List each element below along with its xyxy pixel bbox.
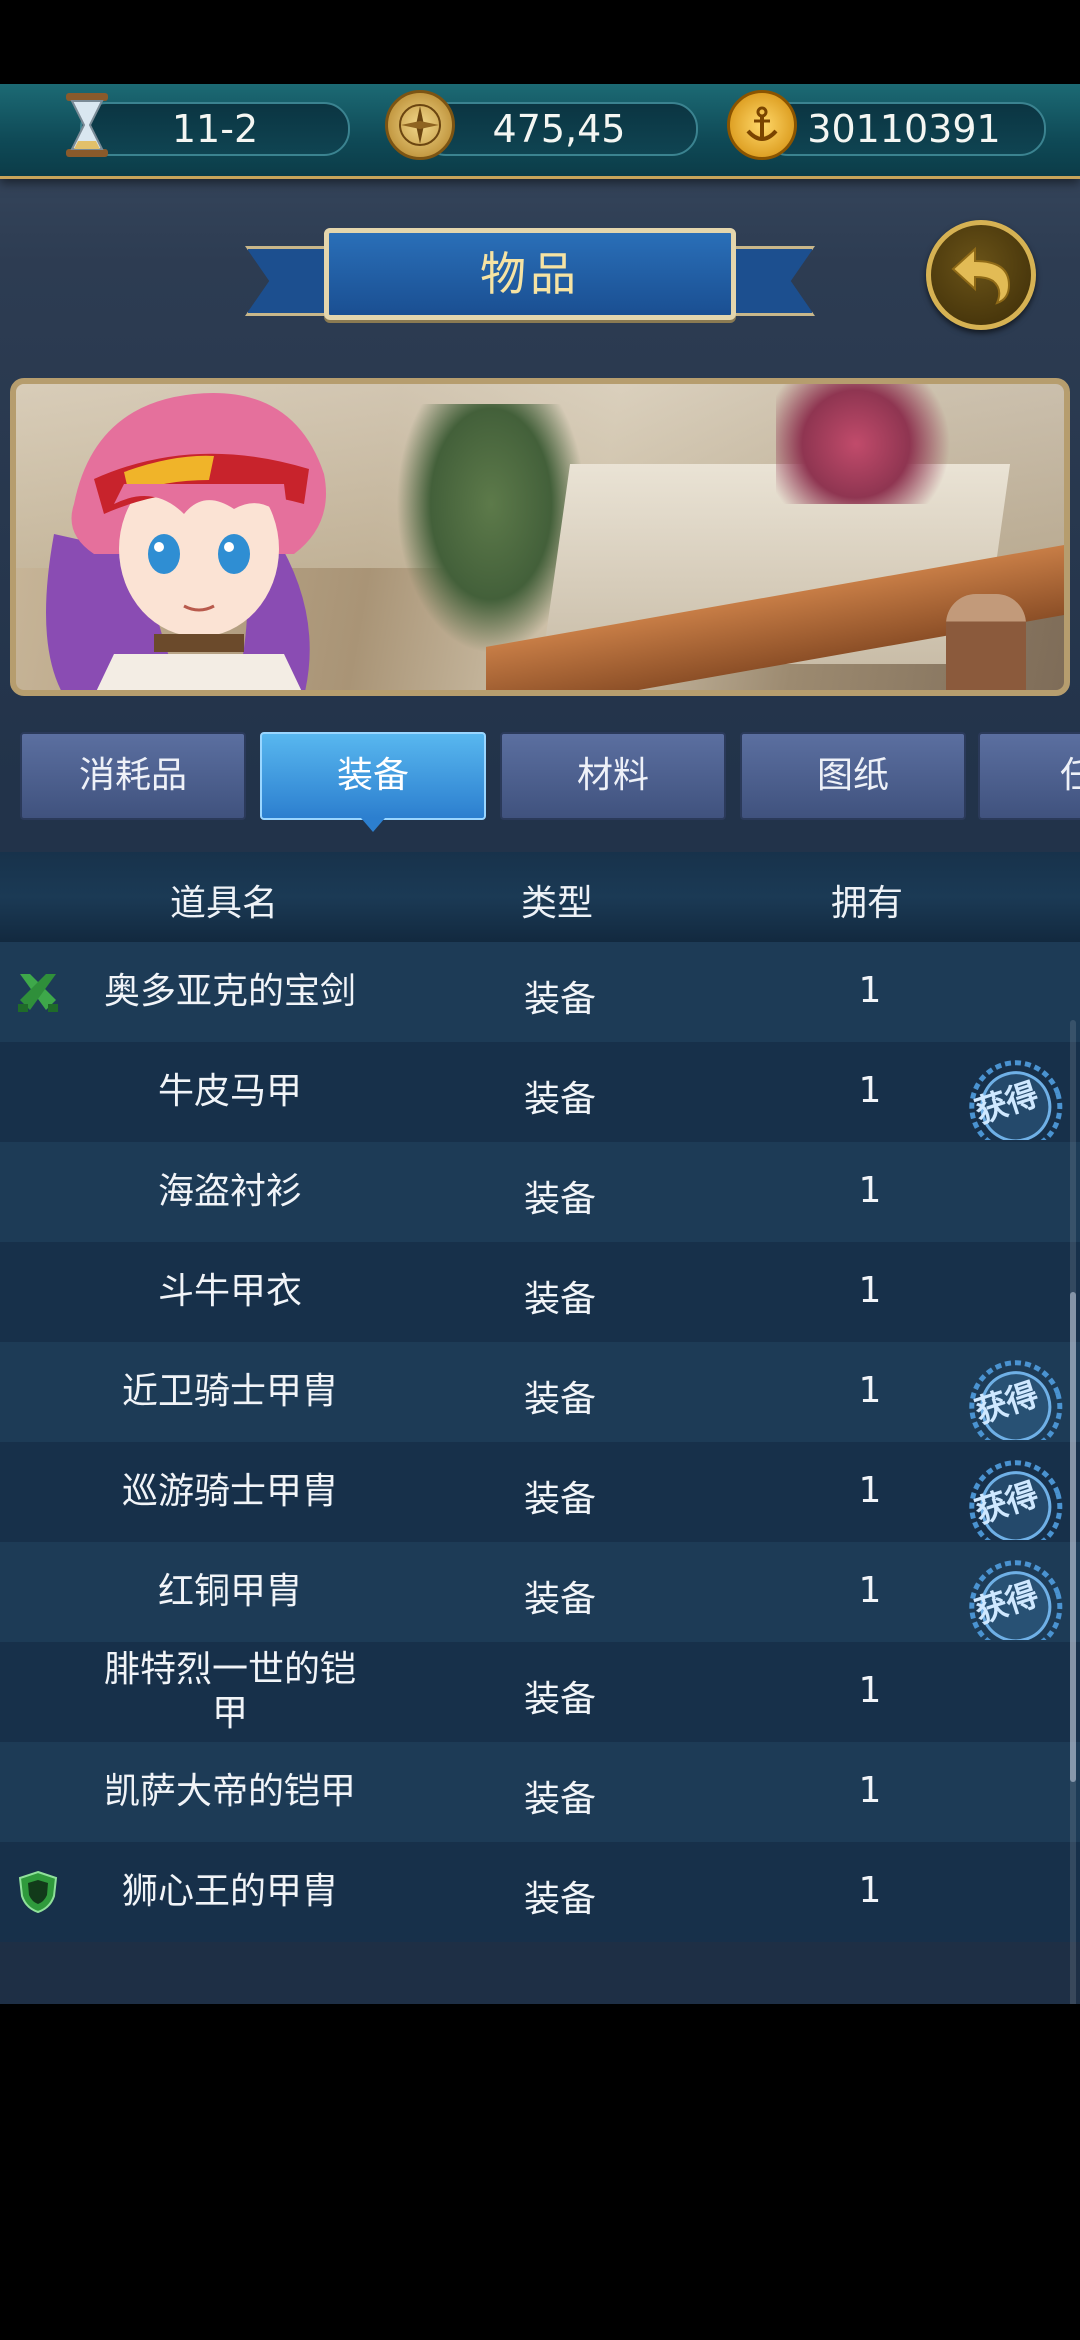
item-type: 装备: [523, 1779, 596, 1820]
item-type: 装备: [523, 1579, 596, 1620]
character-portrait: [46, 393, 326, 690]
item-owned-count: 1: [858, 1570, 882, 1611]
item-name: 凯萨大帝的铠甲: [103, 1771, 356, 1812]
item-name: 狮心王的甲胄: [121, 1871, 338, 1912]
acquired-stamp: 获得: [952, 1356, 1072, 1440]
item-owned-count: 1: [858, 1170, 882, 1211]
gold-value: 30110391: [807, 107, 1001, 151]
item-owned-count: 1: [858, 970, 882, 1011]
item-name: 腓特烈一世的铠甲: [103, 1649, 356, 1734]
shield-icon: [16, 1870, 60, 1914]
title-banner: 物品: [245, 220, 815, 330]
table-row[interactable]: 巡游骑士甲胄 装备 1 获得: [0, 1442, 1080, 1542]
item-type: 装备: [523, 1379, 596, 1420]
table-row[interactable]: 牛皮马甲 装备 1 获得: [0, 1042, 1080, 1142]
item-owned-count: 1: [858, 1370, 882, 1411]
table-header: 道具名 类型 拥有: [0, 852, 1080, 943]
page-title: 物品: [324, 228, 736, 320]
item-name: 巡游骑士甲胄: [121, 1471, 338, 1512]
item-name: 牛皮马甲: [157, 1071, 302, 1112]
tab-blueprints[interactable]: 图纸: [740, 732, 966, 820]
header-type: 类型: [521, 883, 594, 924]
gold-pill: 30110391: [762, 102, 1046, 156]
item-type: 装备: [523, 1079, 596, 1120]
item-name: 奥多亚克的宝剑: [103, 971, 356, 1012]
coordinates-pill: 475,45: [420, 102, 698, 156]
tab-quest-items[interactable]: 任: [978, 732, 1080, 820]
item-name: 海盗衬衫: [157, 1171, 302, 1212]
acquired-stamp: 获得: [952, 1556, 1072, 1640]
table-row[interactable]: 腓特烈一世的铠甲 装备 1: [0, 1642, 1080, 1742]
inventory-screen: 11-2 475,45 30110391 物品 消耗品 装备 材料 图纸 任 道…: [0, 84, 1080, 2004]
item-type: 装备: [523, 1179, 596, 1220]
crossed-swords-icon: [16, 970, 60, 1014]
table-row[interactable]: 海盗衬衫 装备 1: [0, 1142, 1080, 1242]
tab-consumables[interactable]: 消耗品: [20, 732, 246, 820]
hourglass-icon: [52, 90, 122, 160]
tab-equipment[interactable]: 装备: [260, 732, 486, 832]
tab-materials[interactable]: 材料: [500, 732, 726, 820]
acquired-stamp: 获得: [952, 1456, 1072, 1540]
item-name: 近卫骑士甲胄: [121, 1371, 338, 1412]
item-type: 装备: [523, 979, 596, 1020]
table-row[interactable]: 奥多亚克的宝剑 装备 1: [0, 942, 1080, 1042]
item-type: 装备: [523, 1879, 596, 1920]
anchor-coin-icon: [727, 90, 797, 160]
compass-icon: [385, 90, 455, 160]
item-type: 装备: [523, 1279, 596, 1320]
back-button[interactable]: [926, 220, 1036, 330]
table-row[interactable]: 近卫骑士甲胄 装备 1 获得: [0, 1342, 1080, 1442]
item-owned-count: 1: [858, 1870, 882, 1911]
table-row[interactable]: 凯萨大帝的铠甲 装备 1: [0, 1742, 1080, 1842]
item-owned-count: 1: [858, 1770, 882, 1811]
item-name: 红铜甲胄: [157, 1571, 302, 1612]
story-illustration: [10, 378, 1070, 696]
acquired-stamp: 获得: [952, 1056, 1072, 1140]
item-owned-count: 1: [858, 1070, 882, 1111]
header-item-name: 道具名: [170, 883, 279, 924]
resource-bar: 11-2 475,45 30110391: [0, 84, 1080, 179]
table-row[interactable]: 斗牛甲衣 装备 1: [0, 1242, 1080, 1342]
item-table: 道具名 类型 拥有 奥多亚克的宝剑 装备 1 牛皮马甲 装备 1 获得 海盗衬衫 装备 1 斗牛甲衣…: [0, 852, 1080, 2004]
category-tabs: 消耗品 装备 材料 图纸 任: [0, 732, 1080, 832]
table-row[interactable]: 狮心王的甲胄 装备 1: [0, 1842, 1080, 1942]
item-owned-count: 1: [858, 1270, 882, 1311]
header-owned: 拥有: [831, 883, 904, 924]
item-name: 斗牛甲衣: [157, 1271, 302, 1312]
item-owned-count: 1: [858, 1470, 882, 1511]
item-owned-count: 1: [858, 1670, 882, 1711]
item-type: 装备: [523, 1479, 596, 1520]
stage-value: 11-2: [171, 107, 259, 151]
table-row[interactable]: 红铜甲胄 装备 1 获得: [0, 1542, 1080, 1642]
back-arrow-icon: [951, 246, 1011, 305]
coordinates-value: 475,45: [492, 107, 626, 151]
scrollbar-thumb[interactable]: [1070, 1292, 1076, 1782]
item-type: 装备: [523, 1679, 596, 1720]
